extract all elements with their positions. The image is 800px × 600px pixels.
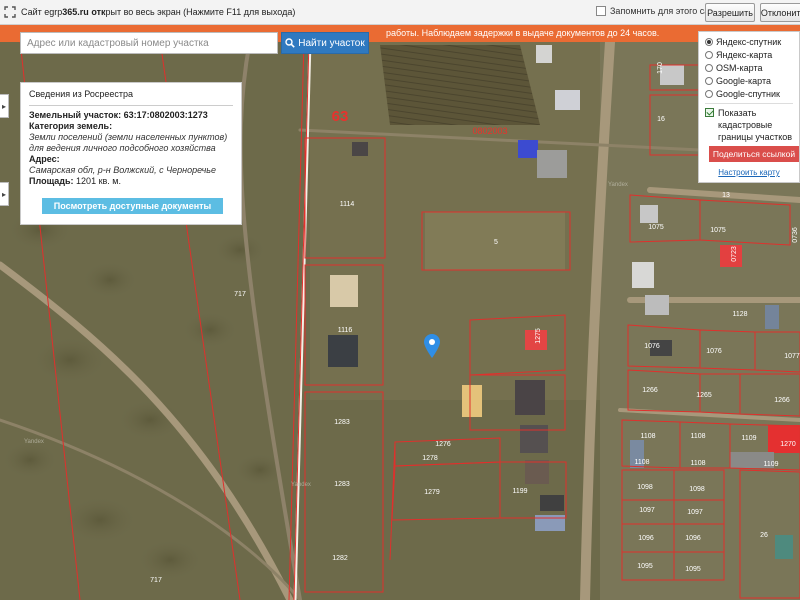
edge-expand-control[interactable]: ▸ xyxy=(0,182,9,206)
search-input[interactable] xyxy=(20,32,278,54)
category-value-2: для ведения личного подсобного хозяйства xyxy=(29,143,216,153)
parcel-label: 1097 xyxy=(639,507,655,514)
ploughed-field xyxy=(380,45,540,125)
search-button[interactable]: Найти участок xyxy=(281,32,369,54)
parcel-label: 1114 xyxy=(340,201,355,208)
parcel-label: 1282 xyxy=(332,555,348,562)
parcel-label: 1077 xyxy=(784,353,800,360)
parcel-label: 1096 xyxy=(685,535,701,542)
parcel-label: 16 xyxy=(657,116,665,123)
parcel-label: 1108 xyxy=(690,433,705,440)
layer-option-osm-map[interactable]: OSM-карта xyxy=(705,61,799,74)
parcel-label: 1076 xyxy=(706,348,722,355)
parcel-label: 1109 xyxy=(763,461,778,468)
parcel-label: 1097 xyxy=(687,509,703,516)
parcel-label: 1109 xyxy=(741,435,756,442)
address-label: Адрес: xyxy=(29,154,60,164)
configure-map-link[interactable]: Настроить карту xyxy=(705,168,793,177)
parcel-label: 26 xyxy=(760,532,768,539)
show-bounds-checkbox[interactable]: Показать кадастровые границы участков xyxy=(705,107,799,143)
quarter-label: 63 xyxy=(332,108,349,125)
view-documents-button[interactable]: Посмотреть доступные документы xyxy=(42,198,223,214)
radio-selected-icon[interactable] xyxy=(705,37,713,46)
allow-button[interactable]: Разрешить xyxy=(705,3,755,22)
checkbox-icon[interactable] xyxy=(596,6,606,16)
category-label: Категория земель: xyxy=(29,121,113,131)
notice-text: работы. Наблюдаем задержки в выдаче доку… xyxy=(386,28,660,38)
parcel-label: 170 xyxy=(657,62,664,74)
deny-button[interactable]: Отклонить xyxy=(760,3,800,22)
imagery-label: Yandex xyxy=(291,482,311,488)
parcel-label: 1278 xyxy=(422,455,438,462)
parcel-label: 1283 xyxy=(334,419,350,426)
parcel-number: 63:17:0802003:1273 xyxy=(123,110,208,120)
parcel-label: 1128 xyxy=(732,311,747,318)
imagery-label: Yandex xyxy=(24,439,44,445)
fullscreen-message: Сайт egrp365.ru открыт во весь экран (На… xyxy=(21,7,296,17)
parcel-label: 1108 xyxy=(690,460,705,467)
parcel-label: 1283 xyxy=(334,481,350,488)
parcel-label: 1279 xyxy=(424,489,440,496)
parcel-label: 1076 xyxy=(644,343,660,350)
parcel-label: 1108 xyxy=(634,459,649,466)
parcel-label: 1276 xyxy=(435,441,451,448)
parcel-label: 1199 xyxy=(512,488,527,495)
parcel-label: 1095 xyxy=(637,563,653,570)
parcel-label: Земельный участок: xyxy=(29,110,122,120)
parcel-label: 717 xyxy=(234,291,246,298)
parcel-number-row: Земельный участок: 63:17:0802003:1273 xyxy=(29,110,233,121)
layer-option-yandex-map[interactable]: Яндекс-карта xyxy=(705,48,799,61)
search-icon xyxy=(285,38,296,48)
share-link-button[interactable]: Поделиться ссылкой xyxy=(709,146,799,162)
parcel-label: 1270 xyxy=(780,441,796,448)
parcel-label: 1116 xyxy=(338,327,353,334)
divider xyxy=(29,105,233,106)
parcel-label: 717 xyxy=(150,577,162,584)
layer-option-google-map[interactable]: Google-карта xyxy=(705,74,799,87)
parcel-label: 1075 xyxy=(710,227,726,234)
parcel-label: 0723 xyxy=(731,246,738,262)
parcel-label: 1265 xyxy=(696,392,712,399)
parcel-label: 1095 xyxy=(685,566,701,573)
radio-icon[interactable] xyxy=(705,89,713,98)
address-value: Самарская обл, р-н Волжский, с Черноречь… xyxy=(29,165,217,175)
area-row: Площадь: 1201 кв. м. xyxy=(29,176,233,187)
map-layers-panel: Яндекс-спутник Яндекс-карта OSM-карта Go… xyxy=(698,31,800,183)
parcel-label: 1108 xyxy=(640,433,655,440)
parcel-info-panel: Сведения из Росреестра Земельный участок… xyxy=(20,82,242,225)
parcel-label: 1266 xyxy=(642,387,658,394)
divider xyxy=(705,103,793,104)
fullscreen-icon xyxy=(3,5,17,19)
block-label: 0802003 xyxy=(472,126,507,136)
parcel-label: 1075 xyxy=(648,224,664,231)
radio-icon[interactable] xyxy=(705,50,713,59)
info-panel-title: Сведения из Росреестра xyxy=(29,89,134,99)
parcel-label: 0736 xyxy=(792,227,799,243)
radio-icon[interactable] xyxy=(705,63,713,72)
area-value: 1201 кв. м. xyxy=(76,176,121,186)
layer-option-yandex-satellite[interactable]: Яндекс-спутник xyxy=(705,35,799,48)
area-label: Площадь: xyxy=(29,176,74,186)
radio-icon[interactable] xyxy=(705,76,713,85)
edge-expand-control[interactable]: ▸ xyxy=(0,94,9,118)
checkbox-checked-icon[interactable] xyxy=(705,108,714,117)
show-bounds-label: Показать кадастровые границы участков xyxy=(718,108,793,142)
parcel-label: 1275 xyxy=(535,328,542,344)
layer-option-google-satellite[interactable]: Google-спутник xyxy=(705,87,799,100)
imagery-label: Yandex xyxy=(608,182,628,188)
search-button-label: Найти участок xyxy=(298,37,365,49)
parcel-label: 1266 xyxy=(774,397,790,404)
parcel-label: 1098 xyxy=(689,486,705,493)
parcel-label: 1096 xyxy=(638,535,654,542)
fullscreen-notification-bar: Сайт egrp365.ru открыт во весь экран (На… xyxy=(0,0,800,25)
parcel-label: 1098 xyxy=(637,484,653,491)
map-pin-icon[interactable] xyxy=(424,334,440,358)
category-value-1: Земли поселений (земли населенных пункто… xyxy=(29,132,228,142)
parcel-label: 13 xyxy=(722,192,730,199)
parcel-label: 5 xyxy=(494,239,498,246)
